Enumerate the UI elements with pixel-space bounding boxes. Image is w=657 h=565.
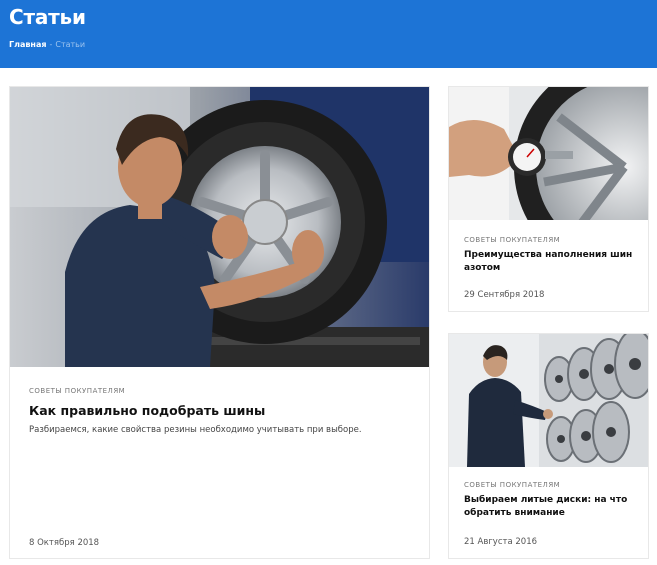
article-card-nitrogen[interactable]: СОВЕТЫ ПОКУПАТЕЛЯМ Преимущества наполнен… [448,86,649,312]
article-category: СОВЕТЫ ПОКУПАТЕЛЯМ [464,481,561,489]
article-title[interactable]: Преимущества наполнения шин азотом [464,249,644,275]
page-header: Статьи Главная - Статьи [0,0,657,68]
article-image-wheels-showroom[interactable] [449,334,648,467]
breadcrumb-current: Статьи [55,40,86,49]
article-date: 29 Сентября 2018 [464,290,545,300]
article-category: СОВЕТЫ ПОКУПАТЕЛЯМ [464,236,561,244]
article-image-pressure-gauge[interactable] [449,87,648,220]
article-title[interactable]: Как правильно подобрать шины [29,403,265,418]
article-date: 21 Августа 2016 [464,537,538,547]
page-title: Статьи [9,5,86,29]
article-category: СОВЕТЫ ПОКУПАТЕЛЯМ [29,387,126,395]
article-description: Разбираемся, какие свойства резины необх… [29,425,362,435]
article-card-main[interactable]: СОВЕТЫ ПОКУПАТЕЛЯМ Как правильно подобра… [9,86,430,559]
breadcrumb-home-link[interactable]: Главная [9,40,46,49]
breadcrumb: Главная - Статьи [9,40,85,49]
article-title[interactable]: Выбираем литые диски: на что обратить вн… [464,494,644,520]
article-card-alloy-wheels[interactable]: СОВЕТЫ ПОКУПАТЕЛЯМ Выбираем литые диски:… [448,333,649,559]
breadcrumb-separator: - [49,40,53,49]
article-date: 8 Октября 2018 [29,538,100,548]
article-image-mechanic[interactable] [10,87,429,367]
